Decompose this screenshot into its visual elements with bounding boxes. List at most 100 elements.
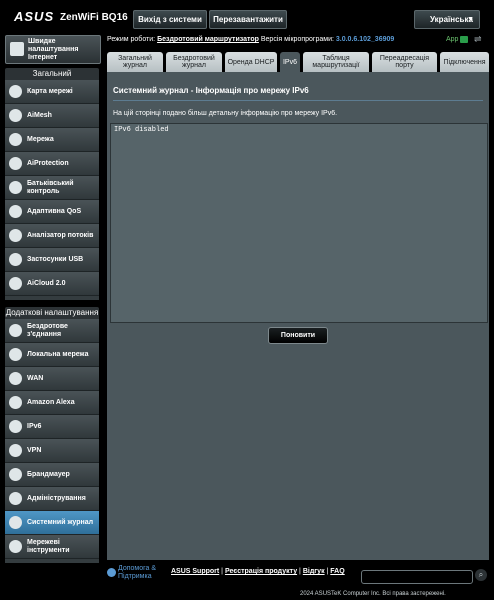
page-title: Системний журнал - Інформація про мережу… [113, 86, 309, 95]
op-mode-label: Режим роботи: [107, 36, 156, 43]
sidebar-item-label: Аналізатор потоків [27, 231, 94, 239]
firmware-label: Версія мікропрограми: [260, 36, 334, 43]
sidebar-item-network[interactable]: Мережа [5, 128, 99, 152]
sidebar-item-administration[interactable]: Адміністрування [5, 487, 99, 511]
sidebar-item-label: VPN [27, 446, 42, 454]
faq-link[interactable]: FAQ [330, 568, 344, 575]
network-icon [9, 133, 22, 146]
alexa-icon [9, 396, 22, 409]
product-registration-link[interactable]: Реєстрація продукту [225, 568, 297, 575]
page-description: На цій сторінці подано більш детальну ін… [113, 110, 338, 117]
sidebar-item-lan[interactable]: Локальна мережа [5, 343, 99, 367]
wireless-icon [9, 324, 22, 337]
ipv6-log-textarea[interactable]: IPv6 disabled [110, 123, 488, 323]
quick-setup-icon [10, 42, 24, 56]
sidebar-item-parental-control[interactable]: Батьківський контроль [5, 176, 99, 200]
aimesh-icon [9, 109, 22, 122]
sidebar-item-network-tools[interactable]: Мережеві інструменти [5, 535, 99, 559]
status-bar: Режим роботи: Бездротовий маршрутизатор … [107, 33, 489, 47]
vpn-icon [9, 444, 22, 457]
sidebar-item-aicloud[interactable]: AiCloud 2.0 [5, 272, 99, 296]
administration-icon [9, 492, 22, 505]
network-map-icon [9, 85, 22, 98]
general-menu: Карта мережі AiMesh Мережа AiProtection … [5, 80, 99, 300]
footer: Допомога & Підтримка ASUS Support | Реєс… [107, 565, 489, 586]
top-bar: ASUS ZenWiFi BQ16 Вихід з системи Переза… [0, 0, 494, 32]
sidebar-item-system-log[interactable]: Системний журнал [5, 511, 99, 535]
advanced-menu: Бездротове з'єднання Локальна мережа WAN… [5, 319, 99, 563]
logout-button[interactable]: Вихід з системи [133, 10, 207, 29]
firewall-icon [9, 468, 22, 481]
general-section-header: Загальний [5, 68, 99, 80]
help-support-link[interactable]: Допомога & Підтримка [118, 565, 168, 581]
title-divider [113, 100, 483, 101]
sidebar-item-label: WAN [27, 374, 44, 382]
sidebar-item-usb-apps[interactable]: Застосунки USB [5, 248, 99, 272]
sidebar-item-label: Мережеві інструменти [27, 538, 70, 554]
tab-ipv6[interactable]: IPv6 [280, 52, 300, 72]
sidebar-item-wireless[interactable]: Бездротове з'єднання [5, 319, 99, 343]
sidebar-item-wan[interactable]: WAN [5, 367, 99, 391]
sidebar-item-label: AiMesh [27, 111, 52, 119]
sidebar-item-label: AiProtection [27, 159, 69, 167]
feedback-link[interactable]: Відгук [303, 568, 325, 575]
lan-icon [9, 348, 22, 361]
sidebar-item-label: Батьківський контроль [27, 179, 74, 195]
tab-routing-table[interactable]: Таблиця маршрутизації [303, 52, 369, 72]
reboot-button[interactable]: Перезавантажити [209, 10, 287, 29]
app-label: App [446, 36, 459, 43]
sidebar-item-network-map[interactable]: Карта мережі [5, 80, 99, 104]
sidebar-item-label: Системний журнал [27, 518, 94, 526]
wan-icon [9, 372, 22, 385]
qos-icon [9, 205, 22, 218]
tab-dhcp-leases[interactable]: Оренда DHCP [225, 52, 277, 72]
network-tools-icon [9, 540, 22, 553]
language-select[interactable]: Українська ▼ [414, 10, 480, 29]
search-icon[interactable]: ⌕ [475, 569, 487, 581]
faq-search-input[interactable] [361, 570, 473, 584]
sidebar-item-adaptive-qos[interactable]: Адаптивна QoS [5, 200, 99, 224]
firmware-version-link[interactable]: 3.0.0.6.102_36909 [336, 36, 394, 43]
aicloud-icon [9, 277, 22, 290]
tab-port-forwarding[interactable]: Переадресація порту [372, 52, 437, 72]
asus-logo: ASUS [14, 9, 55, 24]
asus-support-link[interactable]: ASUS Support [171, 568, 219, 575]
refresh-button[interactable]: Поновити [268, 327, 328, 344]
footer-links: ASUS Support | Реєстрація продукту | Від… [171, 568, 345, 575]
help-icon[interactable] [107, 568, 116, 577]
router-model: ZenWiFi BQ16 [60, 12, 128, 23]
sidebar-item-label: Amazon Alexa [27, 398, 75, 406]
sidebar-item-label: Застосунки USB [27, 255, 84, 263]
traffic-analyzer-icon [9, 229, 22, 242]
copyright-text: 2024 ASUSTeK Computer Inc. Всі права зас… [300, 591, 446, 597]
op-mode-link[interactable]: Бездротовий маршрутизатор [157, 36, 259, 43]
sidebar-item-traffic-analyzer[interactable]: Аналізатор потоків [5, 224, 99, 248]
log-content: IPv6 disabled [114, 126, 169, 134]
quick-internet-setup[interactable]: Швидке налаштування Інтернет [5, 35, 101, 64]
sidebar-item-label: Брандмауер [27, 470, 70, 478]
sidebar-item-aimesh[interactable]: AiMesh [5, 104, 99, 128]
sidebar-item-firewall[interactable]: Брандмауер [5, 463, 99, 487]
ipv6-icon [9, 420, 22, 433]
tab-general-log[interactable]: Загальний журнал [107, 52, 163, 72]
sidebar-item-label: Карта мережі [27, 87, 73, 95]
sidebar-item-label: Адаптивна QoS [27, 207, 82, 215]
tab-wireless-log[interactable]: Бездротовий журнал [166, 52, 222, 72]
sidebar-item-alexa[interactable]: Amazon Alexa [5, 391, 99, 415]
sidebar-item-label: Локальна мережа [27, 350, 89, 358]
parental-control-icon [9, 181, 22, 194]
sidebar-item-label: Мережа [27, 135, 54, 143]
chevron-down-icon: ▼ [467, 16, 474, 23]
sidebar-item-label: Бездротове з'єднання [27, 322, 68, 338]
app-icon[interactable] [460, 36, 468, 43]
quick-setup-label: Швидке налаштування Інтернет [28, 38, 79, 61]
advanced-section-header: Додаткові налаштування [5, 307, 99, 319]
tab-connections[interactable]: Підключення [440, 52, 489, 72]
sidebar-item-vpn[interactable]: VPN [5, 439, 99, 463]
system-log-icon [9, 516, 22, 529]
aiprotection-icon [9, 157, 22, 170]
sidebar-item-label: IPv6 [27, 422, 42, 430]
usb-status-icon[interactable]: ⇌ [474, 34, 482, 45]
sidebar-item-ipv6[interactable]: IPv6 [5, 415, 99, 439]
sidebar-item-aiprotection[interactable]: AiProtection [5, 152, 99, 176]
